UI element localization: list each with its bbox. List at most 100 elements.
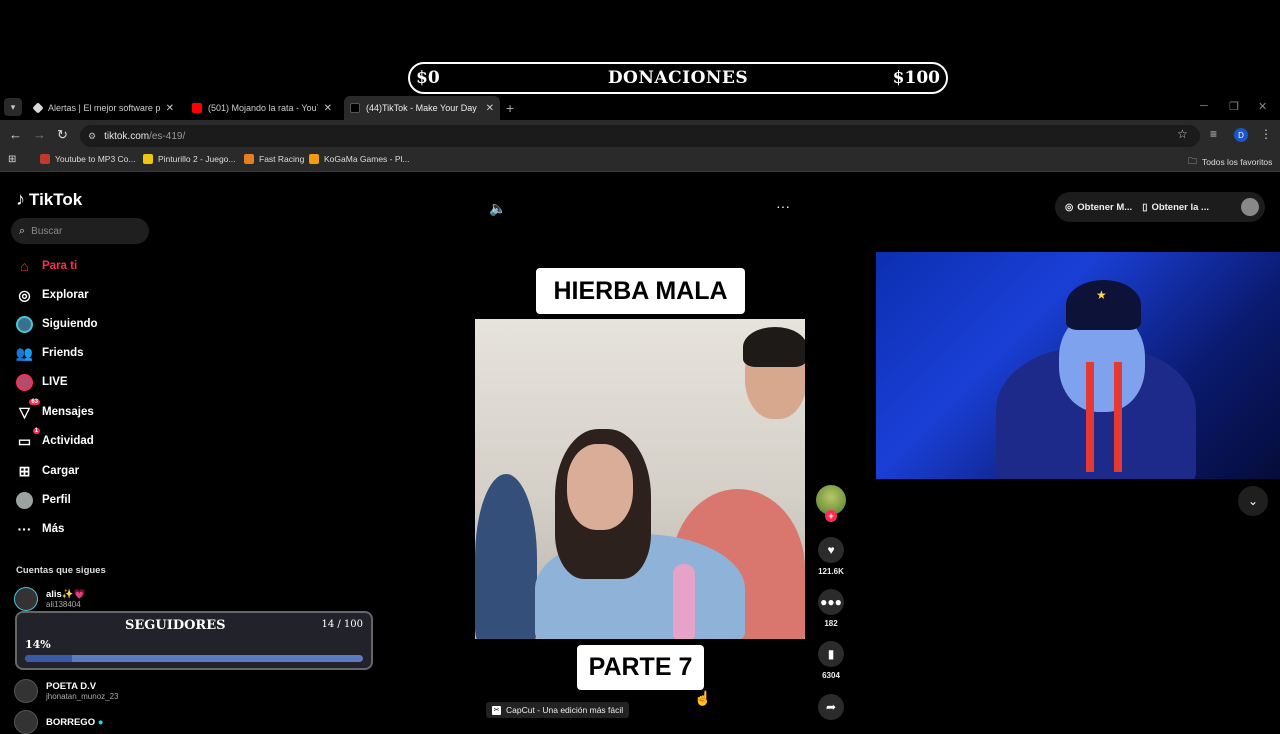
bookmark-favicon-icon bbox=[244, 154, 254, 164]
comment-action[interactable]: ●●● 182 bbox=[816, 589, 846, 628]
back-icon[interactable]: ← bbox=[9, 127, 22, 142]
nav-actividad[interactable]: ▭ 1 Actividad bbox=[16, 427, 94, 451]
video-bottom-caption: PARTE 7 bbox=[577, 645, 704, 690]
video-frame[interactable] bbox=[475, 319, 805, 639]
share-action[interactable]: ➦ bbox=[816, 694, 846, 720]
reload-icon[interactable]: ↻ bbox=[57, 127, 68, 143]
capcut-icon: ✂ bbox=[492, 705, 501, 715]
nav-explorar[interactable]: ◎ Explorar bbox=[16, 285, 88, 305]
get-coins-button[interactable]: ◎ Obtener M... bbox=[1065, 202, 1132, 213]
close-tab-icon[interactable]: ✕ bbox=[486, 103, 494, 114]
profile-avatar[interactable]: D bbox=[1234, 128, 1248, 142]
bookmark-item[interactable]: Youtube to MP3 Co... bbox=[40, 154, 136, 164]
nav-siguiendo[interactable]: Siguiendo bbox=[16, 314, 98, 334]
nav-mas[interactable]: ··· Más bbox=[16, 519, 65, 539]
tiktok-logo[interactable]: ♪ TikTok bbox=[16, 189, 82, 210]
nav-friends[interactable]: 👥 Friends bbox=[16, 343, 84, 363]
tab-search-icon[interactable]: ▾ bbox=[4, 98, 22, 116]
heart-icon[interactable]: ♥ bbox=[818, 537, 844, 563]
media-control-icon[interactable]: ≡ bbox=[1210, 127, 1217, 141]
donation-min: $0 bbox=[416, 68, 440, 88]
capcut-link[interactable]: ✂ CapCut - Una edición más fácil bbox=[486, 702, 630, 718]
new-tab-icon[interactable]: + bbox=[506, 100, 514, 116]
tiktok-note-icon: ♪ bbox=[16, 189, 25, 209]
bookmark-favicon-icon bbox=[309, 154, 319, 164]
cap-star-icon: ★ bbox=[1096, 288, 1107, 302]
browser-tab-bar: Alertas | El mejor software para ✕ (501)… bbox=[0, 96, 1280, 120]
search-input[interactable]: ⌕ Buscar bbox=[11, 218, 149, 244]
nav-live[interactable]: LIVE bbox=[16, 372, 68, 392]
bookmarks-bar: ⊞ Youtube to MP3 Co... Pinturillo 2 - Ju… bbox=[0, 150, 1280, 172]
compass-icon: ◎ bbox=[18, 286, 31, 303]
live-icon bbox=[16, 373, 33, 391]
tiktok-favicon-icon bbox=[350, 103, 360, 113]
profile-icon bbox=[16, 491, 33, 509]
messages-badge: 63 bbox=[29, 398, 40, 405]
scroll-down-button[interactable]: ⌄ bbox=[1238, 486, 1268, 516]
bookmark-item[interactable]: Fast Racing bbox=[244, 154, 304, 164]
chevron-down-icon: ⌄ bbox=[1247, 494, 1259, 508]
tab-tiktok[interactable]: (44)TikTok - Make Your Day ✕ bbox=[344, 96, 500, 120]
video-figure bbox=[743, 327, 805, 367]
hoodie-string bbox=[1114, 362, 1122, 472]
like-action[interactable]: ♥ 121.6K bbox=[816, 537, 846, 576]
phone-icon: ▯ bbox=[1142, 201, 1148, 213]
save-action[interactable]: ▮ 6304 bbox=[816, 641, 846, 680]
forward-icon[interactable]: → bbox=[33, 127, 46, 142]
bookmark-star-icon[interactable]: ☆ bbox=[1177, 127, 1188, 141]
all-bookmarks-folder[interactable]: 🗀 Todos los favoritos bbox=[1188, 154, 1272, 170]
account-name: BORREGO ● bbox=[46, 716, 104, 728]
tab-youtube[interactable]: (501) Mojando la rata - YouTube ✕ bbox=[186, 96, 338, 120]
webcam-overlay: ★ bbox=[876, 252, 1280, 479]
upload-icon: ⊞ bbox=[18, 462, 31, 479]
coin-icon: ◎ bbox=[1065, 201, 1074, 213]
minimize-icon[interactable]: ─ bbox=[1200, 100, 1208, 112]
menu-icon[interactable]: ⋮ bbox=[1260, 127, 1272, 141]
video-figure bbox=[673, 564, 695, 639]
get-app-button[interactable]: ▯ Obtener la ... bbox=[1142, 202, 1209, 213]
comment-icon[interactable]: ●●● bbox=[818, 589, 844, 615]
bookmark-item[interactable]: Pinturillo 2 - Juego... bbox=[143, 154, 235, 164]
close-tab-icon[interactable]: ✕ bbox=[166, 103, 174, 114]
following-account[interactable]: BORREGO ● bbox=[14, 710, 103, 734]
address-bar[interactable]: ⚙ tiktok.com/es-419/ bbox=[80, 125, 1200, 147]
search-icon: ⌕ bbox=[19, 224, 26, 237]
following-account[interactable]: POETA D.V jhonatan_munoz_23 bbox=[14, 679, 119, 703]
user-avatar[interactable] bbox=[1241, 198, 1259, 216]
nav-mensajes[interactable]: ▽ 63 Mensajes bbox=[16, 398, 94, 422]
avatar bbox=[14, 587, 38, 611]
youtube-favicon-icon bbox=[192, 103, 202, 113]
restore-icon[interactable]: ❐ bbox=[1229, 100, 1239, 113]
close-tab-icon[interactable]: ✕ bbox=[324, 103, 332, 114]
bookmark-item[interactable]: KoGaMa Games - Pl... bbox=[309, 154, 410, 164]
volume-icon[interactable]: 🔈 bbox=[489, 200, 506, 217]
following-account[interactable]: alis✨💗 ali138404 bbox=[14, 587, 86, 611]
mouse-cursor-icon: ☝ bbox=[694, 690, 712, 706]
video-figure bbox=[475, 474, 537, 639]
nav-cargar[interactable]: ⊞ Cargar bbox=[16, 461, 79, 481]
account-name: alis✨💗 bbox=[46, 589, 86, 600]
video-figure bbox=[567, 444, 633, 530]
apps-grid-icon[interactable]: ⊞ bbox=[8, 154, 16, 165]
nav-perfil[interactable]: Perfil bbox=[16, 490, 71, 510]
tab-alertas[interactable]: Alertas | El mejor software para ✕ bbox=[28, 96, 180, 120]
site-info-icon[interactable]: ⚙ bbox=[88, 131, 96, 142]
share-icon[interactable]: ➦ bbox=[818, 694, 844, 720]
follow-plus-icon[interactable]: + bbox=[825, 510, 837, 522]
header-actions: ◎ Obtener M... ▯ Obtener la ... bbox=[1055, 192, 1265, 222]
hoodie-string bbox=[1086, 362, 1094, 472]
avatar bbox=[14, 679, 38, 703]
more-options-icon[interactable]: ··· bbox=[776, 198, 790, 214]
nav-para-ti[interactable]: ⌂ Para ti bbox=[16, 256, 77, 276]
close-window-icon[interactable]: ✕ bbox=[1258, 100, 1267, 113]
home-icon: ⌂ bbox=[20, 258, 29, 274]
bookmark-icon[interactable]: ▮ bbox=[818, 641, 844, 667]
like-count: 121.6K bbox=[818, 567, 844, 576]
followers-percent: 14% bbox=[25, 638, 51, 651]
followers-title: SEGUIDORES bbox=[125, 618, 226, 633]
more-icon: ··· bbox=[17, 521, 32, 537]
donation-max: $100 bbox=[892, 68, 940, 88]
tab-label: Alertas | El mejor software para bbox=[48, 103, 160, 113]
tab-label: (44)TikTok - Make Your Day bbox=[366, 103, 477, 113]
alertas-favicon-icon bbox=[32, 102, 44, 114]
